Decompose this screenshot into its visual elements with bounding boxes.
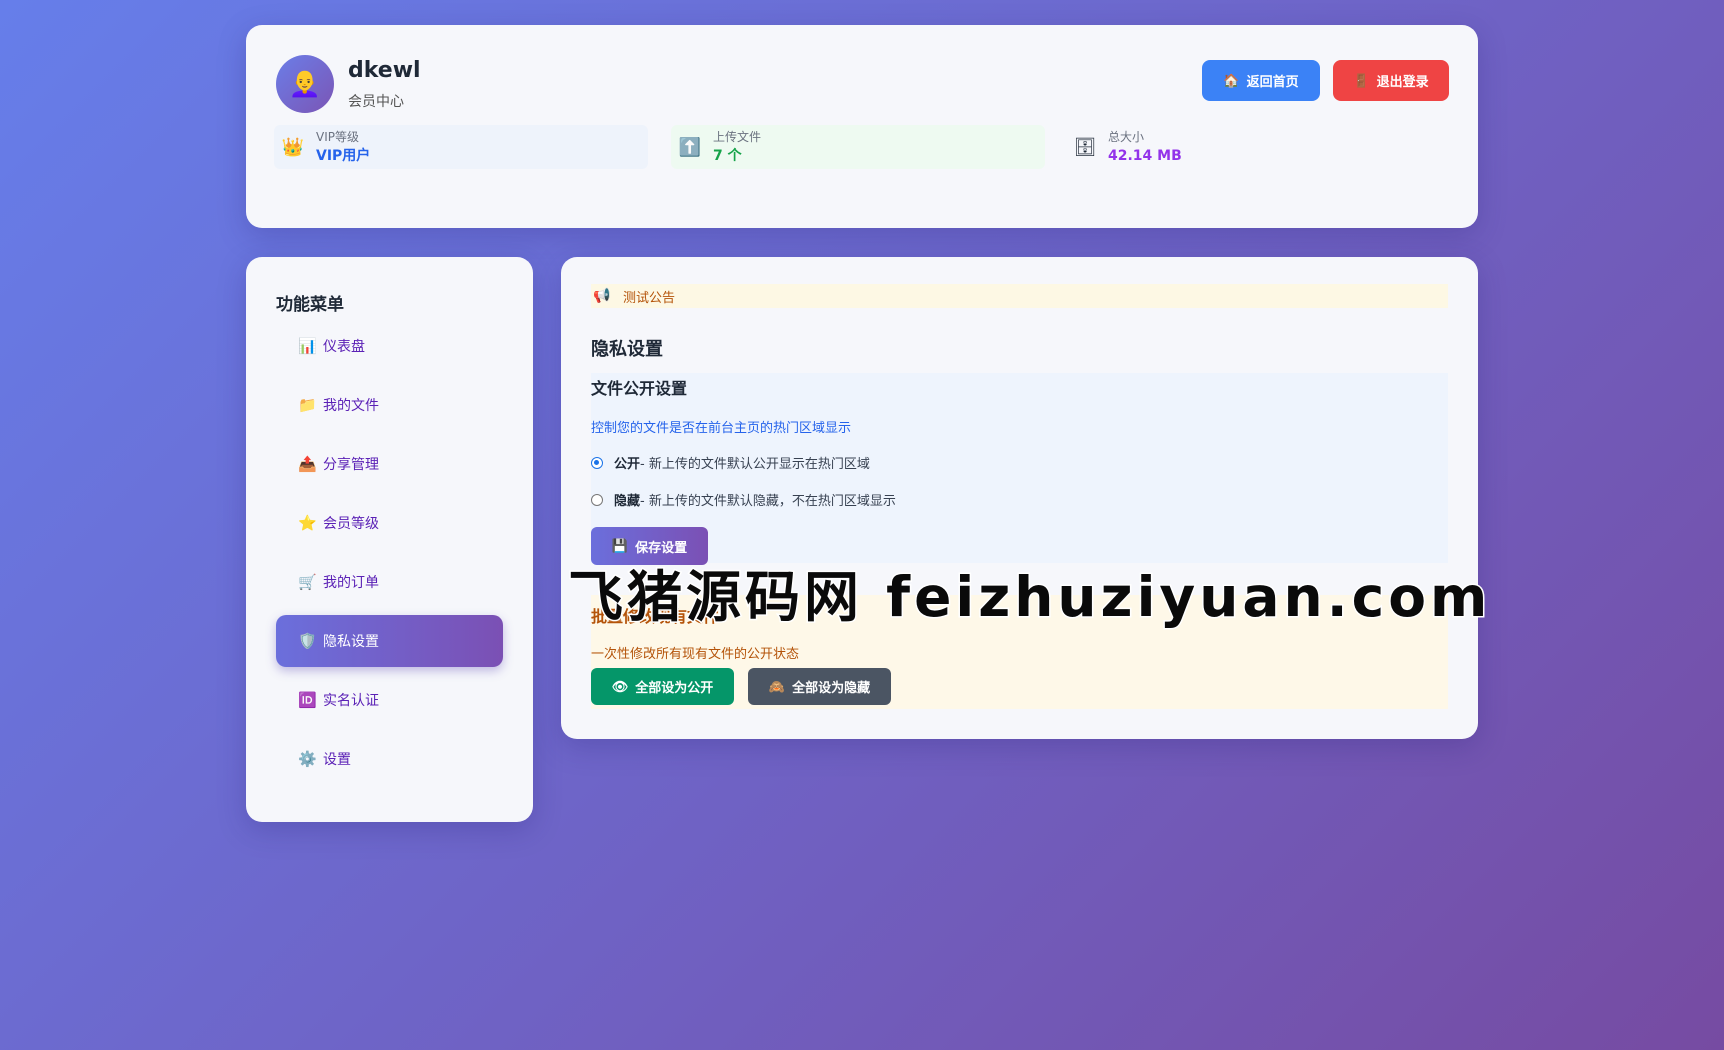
- radio-option-hidden[interactable]: 隐藏 - 新上传的文件默认隐藏，不在热门区域显示: [591, 490, 896, 509]
- radio-option-public[interactable]: 公开 - 新上传的文件默认公开显示在热门区域: [591, 453, 870, 472]
- section-description: 一次性修改所有现有文件的公开状态: [591, 647, 800, 662]
- sidebar-item-label: 我的文件: [323, 398, 379, 414]
- eye-icon: 👁: [611, 678, 629, 694]
- sidebar-item-label: 仪表盘: [323, 339, 365, 355]
- upload-arrow-icon: ⬆️: [678, 136, 702, 158]
- page-title: 隐私设置: [591, 339, 663, 360]
- file-visibility-section: 文件公开设置 控制您的文件是否在前台主页的热门区域显示 公开 - 新上传的文件默…: [591, 373, 1448, 565]
- stat-value: 42.14 MB: [1108, 148, 1182, 164]
- gear-icon: ⚙️: [298, 750, 317, 768]
- stat-vip-level: 👑 VIP等级 VIP用户: [274, 125, 648, 169]
- outbox-tray-icon: 📤: [298, 455, 317, 473]
- username: dkewl: [348, 58, 421, 83]
- set-all-hidden-button[interactable]: 🙈 全部设为隐藏: [748, 668, 891, 705]
- stat-total-size: 🗄 总大小 42.14 MB: [1066, 125, 1440, 169]
- sidebar-item-label: 实名认证: [323, 693, 379, 709]
- radio-button[interactable]: [591, 493, 603, 506]
- door-icon: 🚪: [1353, 72, 1370, 88]
- stat-label: 总大小: [1108, 130, 1145, 144]
- folder-icon: 📁: [298, 396, 317, 414]
- shopping-cart-icon: 🛒: [298, 573, 317, 591]
- id-icon: 🆔: [298, 691, 317, 709]
- sidebar-item-dashboard[interactable]: 📊 仪表盘: [276, 320, 503, 372]
- star-icon: ⭐: [298, 514, 317, 532]
- main-panel: 📢 测试公告 隐私设置 文件公开设置 控制您的文件是否在前台主页的热门区域显示 …: [561, 257, 1478, 739]
- sidebar-item-member-level[interactable]: ⭐ 会员等级: [276, 497, 503, 549]
- set-all-public-button[interactable]: 👁 全部设为公开: [591, 668, 734, 705]
- set-all-public-label: 全部设为公开: [635, 680, 714, 695]
- sidebar-item-label: 会员等级: [323, 516, 379, 532]
- section-heading: 文件公开设置: [591, 379, 688, 398]
- sidebar-item-label: 设置: [323, 752, 351, 768]
- logout-button-label: 退出登录: [1376, 74, 1429, 89]
- megaphone-icon: 📢: [593, 288, 611, 304]
- menu-list: 📊 仪表盘 📁 我的文件 📤 分享管理 ⭐ 会员等级 🛒 我的订单 🛡️ 隐私设…: [276, 320, 503, 792]
- sidebar-item-label: 分享管理: [323, 457, 379, 473]
- radio-button[interactable]: [591, 456, 603, 469]
- bar-chart-icon: 📊: [298, 337, 317, 355]
- sidebar-item-my-files[interactable]: 📁 我的文件: [276, 379, 503, 431]
- watermark-text: 飞猪源码网 feizhuziyuan.com: [566, 564, 1492, 631]
- shield-icon: 🛡️: [298, 632, 317, 650]
- home-icon: 🏠: [1223, 72, 1240, 88]
- sidebar-item-settings[interactable]: ⚙️ 设置: [276, 733, 503, 785]
- sidebar-item-label: 隐私设置: [323, 634, 379, 650]
- sidebar-item-label: 我的订单: [323, 575, 379, 591]
- radio-option-text: - 新上传的文件默认隐藏，不在热门区域显示: [640, 494, 896, 509]
- logout-button[interactable]: 🚪 退出登录: [1333, 60, 1449, 101]
- crown-icon: 👑: [281, 136, 305, 158]
- announcement-text: 测试公告: [623, 290, 676, 306]
- stat-label: 上传文件: [713, 130, 762, 144]
- sidebar-item-my-orders[interactable]: 🛒 我的订单: [276, 556, 503, 608]
- radio-option-title: 隐藏: [614, 494, 641, 509]
- user-header-card: 👩‍🦲 dkewl 会员中心 🏠 返回首页 🚪 退出登录 👑 VIP等级 VIP…: [246, 25, 1478, 228]
- avatar-icon: 👩‍🦲: [288, 69, 322, 99]
- stat-value: VIP用户: [316, 148, 371, 164]
- set-all-hidden-label: 全部设为隐藏: [792, 680, 871, 695]
- stat-value: 7 个: [713, 148, 742, 164]
- announcement-bar: 📢 测试公告: [591, 284, 1448, 308]
- user-subtitle: 会员中心: [348, 94, 404, 110]
- sidebar-item-share-management[interactable]: 📤 分享管理: [276, 438, 503, 490]
- section-description: 控制您的文件是否在前台主页的热门区域显示: [591, 421, 852, 436]
- sidebar-item-privacy-settings[interactable]: 🛡️ 隐私设置: [276, 615, 503, 667]
- see-no-evil-monkey-icon: 🙈: [768, 678, 786, 694]
- avatar: 👩‍🦲: [276, 55, 334, 113]
- menu-title: 功能菜单: [276, 295, 344, 315]
- storage-cabinet-icon: 🗄: [1073, 136, 1097, 158]
- stat-upload-count: ⬆️ 上传文件 7 个: [671, 125, 1045, 169]
- sidebar: 功能菜单 📊 仪表盘 📁 我的文件 📤 分享管理 ⭐ 会员等级 🛒 我的订单 🛡…: [246, 257, 533, 822]
- sidebar-item-real-name-verification[interactable]: 🆔 实名认证: [276, 674, 503, 726]
- home-button-label: 返回首页: [1246, 74, 1299, 89]
- stat-label: VIP等级: [316, 130, 359, 144]
- home-button[interactable]: 🏠 返回首页: [1202, 60, 1320, 101]
- radio-option-title: 公开: [614, 457, 641, 472]
- radio-option-text: - 新上传的文件默认公开显示在热门区域: [640, 457, 870, 472]
